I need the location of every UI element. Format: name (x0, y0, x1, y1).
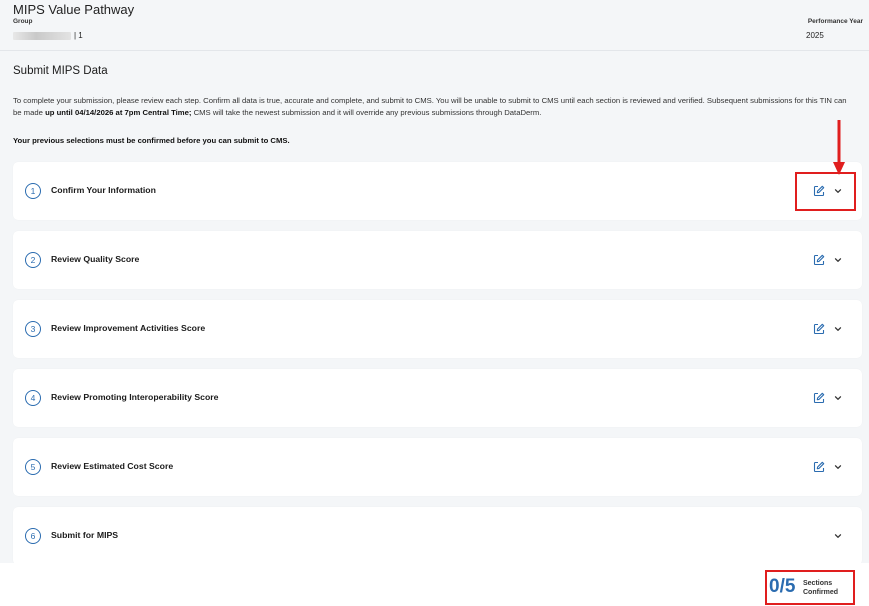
edit-icon[interactable] (813, 461, 825, 473)
step-card-quality-score[interactable]: 2 Review Quality Score (13, 231, 862, 289)
step-card-confirm-information[interactable]: 1 Confirm Your Information (13, 162, 862, 220)
intro-text: To complete your submission, please revi… (13, 95, 853, 119)
sections-confirmed-count: 0/5 (769, 576, 796, 597)
step-number-badge: 2 (25, 252, 41, 268)
annotation-arrow-icon (833, 120, 845, 175)
step-number-badge: 5 (25, 459, 41, 475)
intro-deadline: up until 04/14/2026 at 7pm Central Time; (45, 108, 192, 117)
step-card-promoting-interoperability[interactable]: 4 Review Promoting Interoperability Scor… (13, 369, 862, 427)
group-label: Group (13, 18, 33, 25)
step-label: Review Improvement Activities Score (51, 323, 206, 333)
step-number-badge: 4 (25, 390, 41, 406)
edit-icon[interactable] (813, 392, 825, 404)
chevron-down-icon[interactable] (833, 393, 843, 403)
step-number-badge: 6 (25, 528, 41, 544)
step-label: Review Estimated Cost Score (51, 461, 174, 471)
step-label: Review Promoting Interoperability Score (51, 392, 219, 402)
footer-bar (0, 563, 869, 606)
app-title: MIPS Value Pathway (13, 2, 135, 17)
chevron-down-icon[interactable] (833, 462, 843, 472)
sections-confirmed-label-line2: Confirmed (803, 589, 838, 596)
step-card-estimated-cost[interactable]: 5 Review Estimated Cost Score (13, 438, 862, 496)
intro-text-part2: CMS will take the newest submission and … (191, 108, 542, 117)
step-label: Confirm Your Information (51, 185, 156, 195)
page-title: Submit MIPS Data (13, 65, 108, 77)
step-label: Submit for MIPS (51, 530, 119, 540)
step-label: Review Quality Score (51, 254, 140, 264)
step-card-submit-mips[interactable]: 6 Submit for MIPS (13, 507, 862, 565)
sections-confirmed-label: Sections Confirmed (803, 579, 838, 597)
sections-confirmed-counter: 0/5 Sections Confirmed (765, 570, 855, 605)
page-header: MIPS Value Pathway Group | 1 Performance… (0, 0, 869, 51)
performance-year-value: 2025 (806, 31, 824, 40)
edit-icon[interactable] (813, 254, 825, 266)
chevron-down-icon[interactable] (833, 324, 843, 334)
chevron-down-icon[interactable] (833, 531, 843, 541)
sections-confirmed-label-line1: Sections (803, 580, 833, 587)
edit-icon[interactable] (813, 323, 825, 335)
step-card-improvement-activities[interactable]: 3 Review Improvement Activities Score (13, 300, 862, 358)
annotation-highlight-box (795, 172, 856, 211)
confirmation-notice: Your previous selections must be confirm… (13, 136, 290, 145)
group-value-suffix: | 1 (74, 31, 83, 40)
step-number-badge: 3 (25, 321, 41, 337)
performance-year-label: Performance Year (807, 18, 863, 25)
redacted-group-name (13, 31, 71, 40)
step-number-badge: 1 (25, 183, 41, 199)
chevron-down-icon[interactable] (833, 255, 843, 265)
group-value: | 1 (13, 31, 83, 40)
